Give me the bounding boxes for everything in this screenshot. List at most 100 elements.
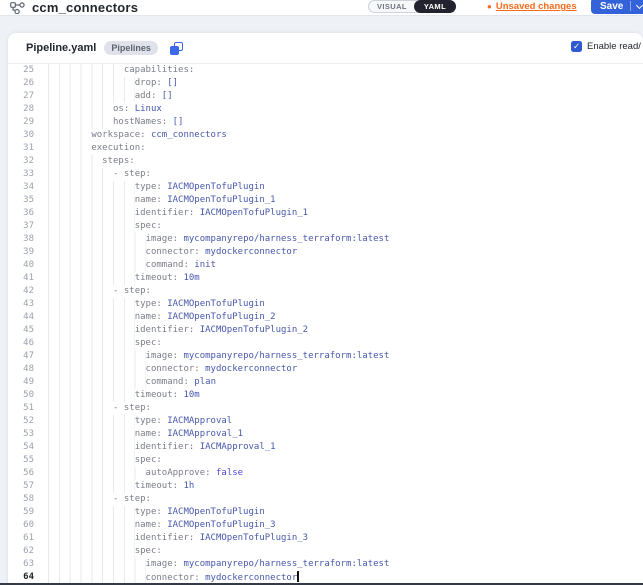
header-bar: ccm_connectors VISUAL YAML ● Unsaved cha…: [0, 0, 643, 16]
line-number: 32: [8, 155, 48, 168]
code-line[interactable]: 26drop: []: [8, 77, 643, 90]
code-line[interactable]: 25capabilities:: [8, 64, 643, 77]
line-number: 44: [8, 311, 48, 324]
yaml-editor[interactable]: 25capabilities:26drop: []27add: []28os: …: [8, 63, 643, 583]
code-line[interactable]: 34type: IACMOpenTofuPlugin: [8, 181, 643, 194]
copy-icon[interactable]: [170, 42, 183, 55]
code-line[interactable]: 38image: mycompanyrepo/harness_terraform…: [8, 233, 643, 246]
code-line[interactable]: 51- step:: [8, 402, 643, 415]
code-line[interactable]: 39connector: mydockerconnector: [8, 246, 643, 259]
line-number: 47: [8, 350, 48, 363]
indent-guides: [48, 558, 146, 571]
line-number: 36: [8, 207, 48, 220]
code-text: - step:: [48, 493, 151, 506]
code-text: capabilities:: [48, 64, 194, 77]
code-line[interactable]: 48connector: mydockerconnector: [8, 363, 643, 376]
code-line[interactable]: 57timeout: 1h: [8, 480, 643, 493]
enable-checkbox[interactable]: ✓: [571, 41, 582, 52]
line-number: 33: [8, 168, 48, 181]
code-line[interactable]: 61identifier: IACMOpenTofuPlugin_3: [8, 532, 643, 545]
code-text: command: plan: [48, 376, 216, 389]
tab-visual[interactable]: VISUAL: [369, 1, 415, 12]
code-line[interactable]: 53name: IACMApproval_1: [8, 428, 643, 441]
code-text: type: IACMOpenTofuPlugin: [48, 181, 265, 194]
save-button[interactable]: Save: [591, 1, 630, 12]
indent-guides: [48, 402, 113, 415]
line-number: 53: [8, 428, 48, 441]
line-number: 42: [8, 285, 48, 298]
code-line[interactable]: 42- step:: [8, 285, 643, 298]
code-line[interactable]: 49command: plan: [8, 376, 643, 389]
line-number: 63: [8, 558, 48, 571]
code-line[interactable]: 52type: IACMApproval: [8, 415, 643, 428]
line-number: 59: [8, 506, 48, 519]
code-text: - step:: [48, 168, 151, 181]
line-number: 39: [8, 246, 48, 259]
code-line[interactable]: 27add: []: [8, 90, 643, 103]
code-text: autoApprove: false: [48, 467, 243, 480]
code-text: drop: []: [48, 77, 178, 90]
enable-checkbox-label: Enable read/: [587, 41, 641, 52]
indent-guides: [48, 168, 113, 181]
code-text: - step:: [48, 402, 151, 415]
code-line[interactable]: 43type: IACMOpenTofuPlugin: [8, 298, 643, 311]
code-text: type: IACMOpenTofuPlugin: [48, 506, 265, 519]
code-line[interactable]: 50timeout: 10m: [8, 389, 643, 402]
save-split-button[interactable]: Save: [591, 0, 643, 14]
code-line[interactable]: 55spec:: [8, 454, 643, 467]
unsaved-changes-link[interactable]: ● Unsaved changes: [487, 1, 577, 12]
chevron-down-icon[interactable]: [636, 1, 643, 8]
indent-guides: [48, 233, 146, 246]
code-line[interactable]: 33- step:: [8, 168, 643, 181]
indent-guides: [48, 311, 135, 324]
code-line[interactable]: 29hostNames: []: [8, 116, 643, 129]
code-line[interactable]: 59type: IACMOpenTofuPlugin: [8, 506, 643, 519]
code-line[interactable]: 40command: init: [8, 259, 643, 272]
indent-guides: [48, 428, 135, 441]
indent-guides: [48, 64, 124, 77]
line-number: 28: [8, 103, 48, 116]
code-line[interactable]: 47image: mycompanyrepo/harness_terraform…: [8, 350, 643, 363]
indent-guides: [48, 116, 113, 129]
code-line[interactable]: 35name: IACMOpenTofuPlugin_1: [8, 194, 643, 207]
indent-guides: [48, 337, 135, 350]
code-line[interactable]: 56autoApprove: false: [8, 467, 643, 480]
indent-guides: [48, 285, 113, 298]
line-number: 56: [8, 467, 48, 480]
line-number: 52: [8, 415, 48, 428]
code-line[interactable]: 31execution:: [8, 142, 643, 155]
code-line[interactable]: 64connector: mydockerconnector: [8, 571, 643, 583]
line-number: 50: [8, 389, 48, 402]
code-line[interactable]: 46spec:: [8, 337, 643, 350]
indent-guides: [48, 298, 135, 311]
code-line[interactable]: 30workspace: ccm_connectors: [8, 129, 643, 142]
code-text: connector: mydockerconnector: [48, 571, 299, 583]
code-text: image: mycompanyrepo/harness_terraform:l…: [48, 350, 389, 363]
code-line[interactable]: 54identifier: IACMApproval_1: [8, 441, 643, 454]
line-number: 27: [8, 90, 48, 103]
tab-yaml[interactable]: YAML: [414, 0, 456, 13]
code-text: name: IACMOpenTofuPlugin_1: [48, 194, 276, 207]
unsaved-dot-icon: ●: [487, 2, 492, 12]
code-line[interactable]: 44name: IACMOpenTofuPlugin_2: [8, 311, 643, 324]
line-number: 41: [8, 272, 48, 285]
code-line[interactable]: 41timeout: 10m: [8, 272, 643, 285]
line-number: 37: [8, 220, 48, 233]
code-line[interactable]: 45identifier: IACMOpenTofuPlugin_2: [8, 324, 643, 337]
code-line[interactable]: 37spec:: [8, 220, 643, 233]
indent-guides: [48, 454, 135, 467]
code-line[interactable]: 58- step:: [8, 493, 643, 506]
indent-guides: [48, 389, 135, 402]
indent-guides: [48, 441, 135, 454]
code-line[interactable]: 63image: mycompanyrepo/harness_terraform…: [8, 558, 643, 571]
code-line[interactable]: 62spec:: [8, 545, 643, 558]
line-number: 43: [8, 298, 48, 311]
line-number: 48: [8, 363, 48, 376]
indent-guides: [48, 324, 135, 337]
indent-guides: [48, 142, 91, 155]
code-line[interactable]: 36identifier: IACMOpenTofuPlugin_1: [8, 207, 643, 220]
code-line[interactable]: 60name: IACMOpenTofuPlugin_3: [8, 519, 643, 532]
code-line[interactable]: 28os: Linux: [8, 103, 643, 116]
line-number: 45: [8, 324, 48, 337]
code-line[interactable]: 32steps:: [8, 155, 643, 168]
